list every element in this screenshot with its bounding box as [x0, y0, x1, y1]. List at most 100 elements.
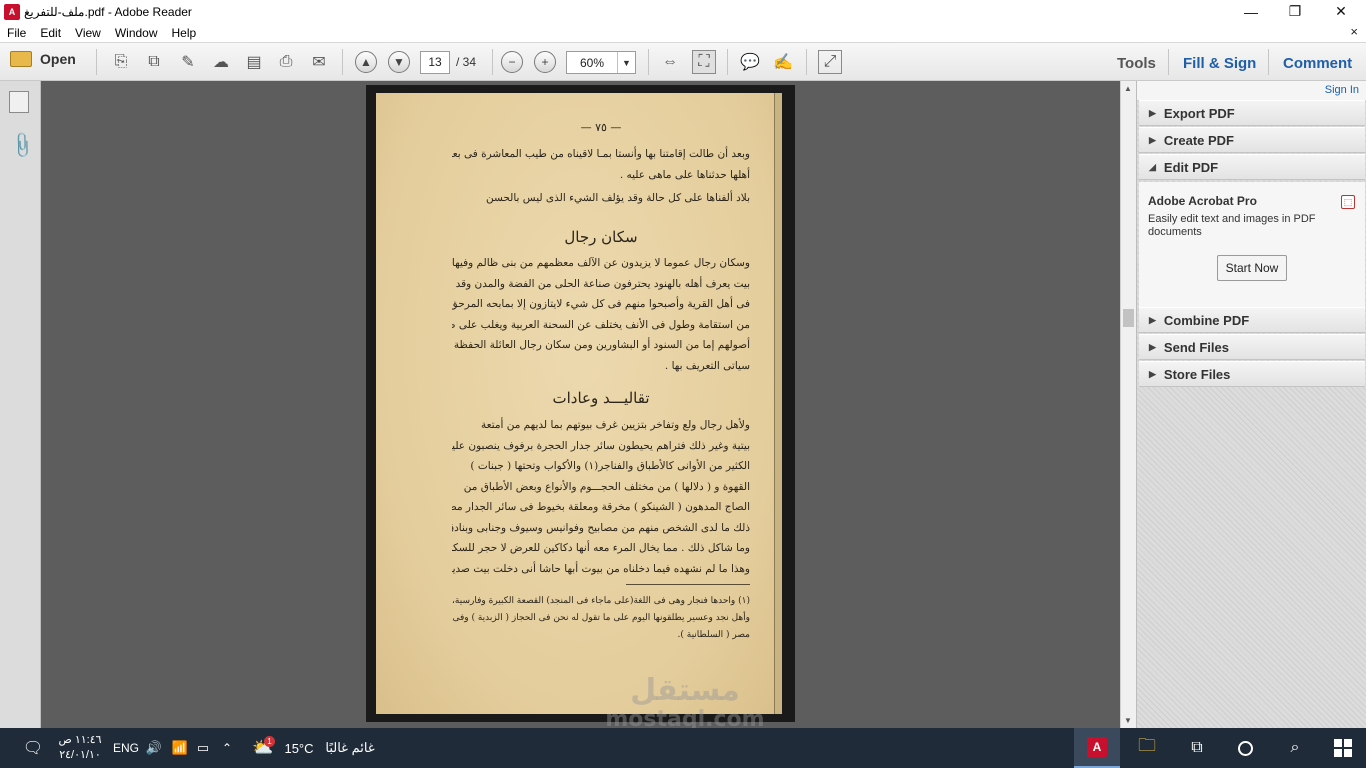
- section-label: Combine PDF: [1163, 312, 1250, 328]
- section-store-files[interactable]: ▶ Store Files: [1139, 361, 1365, 387]
- save-icon[interactable]: ▤: [242, 50, 266, 74]
- start-now-button[interactable]: Start Now: [1217, 255, 1287, 281]
- close-document-button[interactable]: ×: [1350, 24, 1358, 39]
- network-icon[interactable]: 📶: [170, 728, 190, 768]
- toolbar-separator: [1168, 49, 1169, 75]
- windows-icon: [1334, 739, 1352, 757]
- toolbar-separator: [648, 49, 649, 75]
- print-icon[interactable]: ⎙: [274, 50, 298, 74]
- taskbar-adobe-reader[interactable]: A: [1074, 728, 1120, 768]
- text-line: وهذا ما لم نشهده فيما دخلناه من بيوت أبه…: [452, 562, 750, 575]
- zoom-select[interactable]: 60% ▼: [566, 51, 636, 74]
- footnote: (١) واحدها فنجار وهى فى اللغة(على ماجاء …: [452, 593, 750, 644]
- start-button[interactable]: [1320, 728, 1366, 768]
- language-indicator[interactable]: ENG: [112, 728, 140, 768]
- close-button[interactable]: ✕: [1318, 0, 1364, 23]
- page-paper: — ٧٥ — وبعد أن طالت إقامتنا بها وأنستا ب…: [376, 93, 782, 714]
- triangle-right-icon: ▶: [1149, 314, 1156, 325]
- section-create-pdf[interactable]: ▶ Create PDF: [1139, 127, 1365, 153]
- text-line: مصر ( السلطانية ).: [677, 630, 750, 640]
- attachments-icon[interactable]: 📎: [7, 130, 38, 160]
- triangle-right-icon: ▶: [1149, 107, 1156, 118]
- menu-view[interactable]: View: [68, 26, 108, 40]
- scroll-up-icon[interactable]: ▲: [1124, 84, 1132, 93]
- menu-bar: File Edit View Window Help ×: [0, 23, 1366, 42]
- fullscreen-icon[interactable]: ⤢: [818, 50, 842, 74]
- text-line: وما شاكل ذلك . مما يخال المرء معه أنها د…: [452, 542, 750, 554]
- paragraph-1: وبعد أن طالت إقامتنا بها وأنستا بمـا لاق…: [452, 144, 750, 209]
- zoom-in-button[interactable]: +: [533, 50, 557, 74]
- vertical-scrollbar[interactable]: ▲ ▼: [1120, 81, 1136, 728]
- battery-icon[interactable]: ▭: [193, 728, 213, 768]
- minimize-button[interactable]: —: [1228, 0, 1274, 23]
- create-pdf-icon[interactable]: ⎘: [109, 50, 133, 74]
- section-export-pdf[interactable]: ▶ Export PDF: [1139, 100, 1365, 126]
- triangle-right-icon: ▶: [1149, 341, 1156, 352]
- search-icon[interactable]: ⌕: [1272, 728, 1318, 768]
- section-label: Edit PDF: [1163, 159, 1219, 175]
- text-line: ولأهل رجال ولع وتفاخر بتزيين غرف بيوتهم …: [480, 419, 750, 431]
- comment-button[interactable]: Comment: [1283, 55, 1352, 72]
- page-number-input[interactable]: 13: [420, 51, 450, 74]
- pages-panel-icon[interactable]: [9, 91, 29, 113]
- triangle-right-icon: ▶: [1149, 134, 1156, 145]
- section-combine-pdf[interactable]: ▶ Combine PDF: [1139, 307, 1365, 333]
- notifications-icon[interactable]: 🗨: [20, 728, 46, 768]
- maximize-button[interactable]: ❐: [1272, 0, 1318, 23]
- edit-document-icon[interactable]: ✎: [176, 50, 200, 74]
- text-line: فى أهل القرية وأصبحوا منهم فى كل شيء لاي…: [452, 298, 750, 310]
- cortana-icon[interactable]: [1222, 728, 1268, 768]
- zoom-out-button[interactable]: −: [500, 50, 524, 74]
- section-send-files[interactable]: ▶ Send Files: [1139, 334, 1365, 360]
- previous-page-button[interactable]: ▲: [354, 50, 378, 74]
- next-page-button[interactable]: ▼: [387, 50, 411, 74]
- scroll-down-icon[interactable]: ▼: [1124, 716, 1132, 725]
- upload-cloud-icon[interactable]: ☁: [209, 50, 233, 74]
- tools-button[interactable]: Tools: [1117, 55, 1156, 72]
- toolbar-separator: [342, 49, 343, 75]
- pdf-page: — ٧٥ — وبعد أن طالت إقامتنا بها وأنستا ب…: [366, 85, 795, 722]
- menu-window[interactable]: Window: [108, 26, 165, 40]
- scroll-thumb[interactable]: [1123, 309, 1134, 327]
- text-line: بيت يعرف أهله بالهنود يحترفون صناعة الحل…: [452, 277, 750, 290]
- arrow-up-icon: ▲: [355, 51, 377, 73]
- sign-in-link[interactable]: Sign In: [1137, 81, 1366, 100]
- product-name: Adobe Acrobat Pro: [1148, 194, 1257, 208]
- email-icon[interactable]: ✉: [307, 50, 331, 74]
- weather-text[interactable]: غائم غالبًا: [322, 728, 378, 768]
- zoom-value: 60%: [579, 55, 605, 70]
- combine-icon[interactable]: ⧉: [142, 50, 166, 74]
- section-label: Export PDF: [1163, 105, 1235, 121]
- triangle-down-icon: ◢: [1149, 161, 1156, 172]
- open-button[interactable]: Open: [10, 51, 76, 67]
- menu-edit[interactable]: Edit: [33, 26, 68, 40]
- acrobat-pro-icon: ⬚: [1341, 195, 1355, 209]
- watermark-logo: مستقل: [630, 673, 740, 708]
- section-edit-pdf[interactable]: ◢ Edit PDF: [1139, 154, 1365, 180]
- fit-page-icon[interactable]: ⛶: [692, 50, 716, 74]
- chevron-up-icon[interactable]: ⌃: [217, 728, 237, 768]
- fit-width-icon[interactable]: ⇔: [658, 50, 682, 74]
- fill-sign-button[interactable]: Fill & Sign: [1183, 55, 1256, 72]
- chevron-down-icon[interactable]: ▼: [617, 52, 635, 73]
- clock[interactable]: ١١:٤٦ ص ٢٤/٠١/١٠: [58, 728, 102, 768]
- sticky-note-icon[interactable]: 💬: [738, 50, 762, 74]
- section-heading: سكان رجال: [564, 228, 638, 246]
- toolbar-separator: [727, 49, 728, 75]
- arrow-down-icon: ▼: [388, 51, 410, 73]
- task-view-icon[interactable]: ⧉: [1174, 728, 1220, 768]
- section-label: Send Files: [1163, 339, 1229, 355]
- volume-icon[interactable]: 🔊: [144, 728, 164, 768]
- clock-date: ٢٤/٠١/١٠: [59, 749, 101, 761]
- page-number: — ٧٥ —: [580, 121, 622, 134]
- taskbar: 🗨 ١١:٤٦ ص ٢٤/٠١/١٠ ENG 🔊 📶 ▭ ⌃ ⛅ 1 15°C …: [0, 728, 1366, 768]
- weather-temp[interactable]: 15°C: [282, 728, 316, 768]
- text-line: بلاد ألفناها على كل حالة وقد يؤلف الشيء …: [486, 192, 750, 204]
- file-explorer-icon[interactable]: 🗀: [1124, 728, 1170, 768]
- menu-help[interactable]: Help: [165, 26, 204, 40]
- weather-badge: 1: [264, 736, 275, 747]
- weather-icon[interactable]: ⛅: [248, 728, 278, 768]
- highlight-icon[interactable]: ✍: [771, 50, 795, 74]
- menu-file[interactable]: File: [0, 26, 33, 40]
- toolbar: Open ⎘ ⧉ ✎ ☁ ▤ ⎙ ✉ ▲ ▼ 13 / 34 − + 60% ▼…: [0, 42, 1366, 81]
